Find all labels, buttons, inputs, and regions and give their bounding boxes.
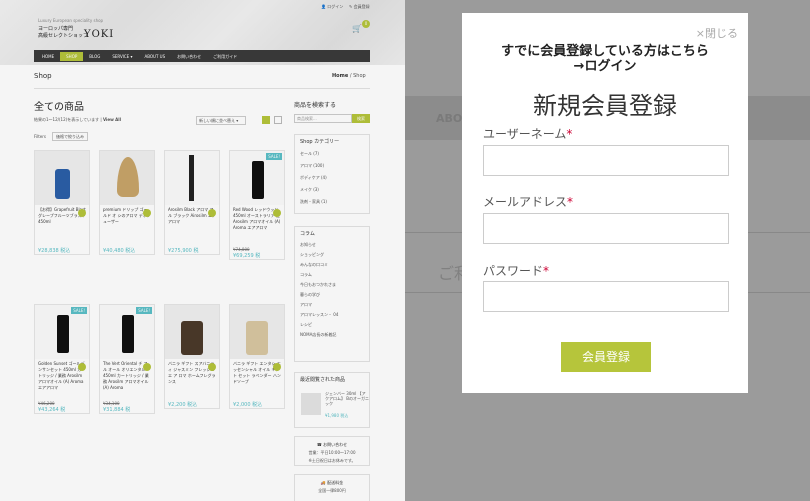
password-input[interactable] bbox=[483, 281, 729, 312]
password-label-text: パスワード bbox=[483, 264, 544, 278]
close-button[interactable]: ×閉じる bbox=[696, 25, 738, 41]
password-label: パスワード* bbox=[483, 262, 549, 279]
login-prompt-link[interactable]: すでに会員登録している方はこちら →ログイン bbox=[462, 44, 748, 74]
username-input[interactable] bbox=[483, 145, 729, 176]
modal-title: 新規会員登録 bbox=[533, 92, 677, 120]
email-label-text: メールアドレス bbox=[483, 195, 568, 209]
required-mark: * bbox=[567, 195, 574, 209]
username-label-text: ユーザーネーム bbox=[483, 127, 567, 141]
register-modal: ×閉じる すでに会員登録している方はこちら →ログイン 新規会員登録 ユーザーネ… bbox=[462, 13, 748, 393]
required-mark: * bbox=[543, 264, 550, 278]
register-submit-button[interactable]: 会員登録 bbox=[561, 342, 651, 372]
username-label: ユーザーネーム* bbox=[483, 125, 572, 142]
required-mark: * bbox=[566, 127, 573, 141]
email-label: メールアドレス* bbox=[483, 193, 573, 210]
shop-page: Luxury European speciality shop ヨーロッパ専門 … bbox=[0, 0, 405, 501]
screen: Luxury European speciality shop ヨーロッパ専門 … bbox=[0, 0, 810, 501]
email-input[interactable] bbox=[483, 213, 729, 244]
left-overlay bbox=[0, 0, 405, 501]
login-prompt-line-2: →ログイン bbox=[573, 59, 637, 74]
login-prompt-line-1: すでに会員登録している方はこちら bbox=[501, 44, 709, 59]
